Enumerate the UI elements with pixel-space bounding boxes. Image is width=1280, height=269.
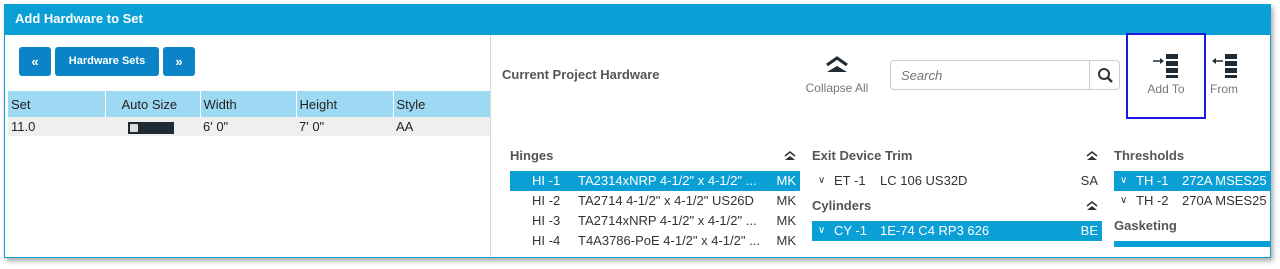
list-item[interactable] [1114, 241, 1270, 247]
collapse-all-button[interactable]: Collapse All [802, 55, 872, 95]
column-header-height[interactable]: Height [295, 91, 393, 117]
list-item[interactable]: ∨ CY -1 1E-74 C4 RP3 626 BE [812, 221, 1102, 241]
group-header-thresholds[interactable]: Thresholds [1114, 141, 1270, 171]
list-item[interactable]: HI -1 TA2314xNRP 4-1/2" x 4-1/2" ... MK [510, 171, 800, 191]
collapse-all-label: Collapse All [805, 81, 869, 95]
next-set-button[interactable]: » [163, 47, 195, 76]
double-chevron-up-icon [826, 56, 848, 72]
group-title: Cylinders [812, 198, 872, 213]
exit-device-trim-group: Exit Device Trim ∨ ET -1 LC 106 US32D SA… [812, 141, 1102, 241]
project-hardware-pane: Current Project Hardware Collapse All Se… [492, 33, 1270, 257]
list-item[interactable]: HI -2 TA2714 4-1/2" x 4-1/2" US26D MK [510, 191, 800, 211]
width-cell: 6' 0" [200, 117, 296, 136]
from-label: From [1210, 82, 1238, 96]
project-hardware-title: Current Project Hardware [502, 67, 660, 82]
search-icon [1098, 68, 1113, 83]
group-title: Gasketing [1114, 218, 1177, 233]
dialog-title: Add Hardware to Set [5, 5, 1270, 35]
collapse-group-icon[interactable] [784, 150, 796, 162]
auto-size-toggle[interactable] [128, 121, 174, 134]
auto-size-cell [105, 117, 200, 136]
column-header-style[interactable]: Style [392, 91, 490, 117]
list-item[interactable]: HI -4 T4A3786-PoE 4-1/2" x 4-1/2" ... MK [510, 231, 800, 251]
collapse-group-icon[interactable] [1086, 200, 1098, 212]
chevron-down-icon[interactable]: ∨ [1120, 191, 1127, 211]
set-cell: 11.0 [8, 117, 105, 136]
add-to-button[interactable]: Add To [1126, 33, 1206, 119]
hinges-group: Hinges HI -1 TA2314xNRP 4-1/2" x 4-1/2" … [510, 141, 800, 251]
hardware-sets-button[interactable]: Hardware Sets [55, 47, 159, 76]
remove-from-set-icon [1212, 54, 1237, 78]
sets-table: Set Auto Size Width Height Style 11.0 6'… [8, 91, 490, 136]
chevron-down-icon[interactable]: ∨ [818, 221, 825, 241]
add-hardware-dialog: Add Hardware to Set « Hardware Sets » Se… [4, 4, 1271, 258]
list-item[interactable]: ∨ ET -1 LC 106 US32D SA [812, 171, 1102, 191]
group-title: Exit Device Trim [812, 148, 913, 163]
search-input[interactable] [891, 61, 1091, 89]
search-button[interactable] [1089, 61, 1119, 89]
height-cell: 7' 0" [296, 117, 393, 136]
column-header-width[interactable]: Width [199, 91, 296, 117]
previous-set-button[interactable]: « [19, 47, 51, 76]
search-box [890, 60, 1120, 90]
table-row[interactable]: 11.0 6' 0" 7' 0" AA [8, 117, 490, 136]
column-header-set[interactable]: Set [8, 91, 105, 117]
list-item[interactable]: ∨ TH -1 272A MSES25 [1114, 171, 1270, 191]
table-header-row: Set Auto Size Width Height Style [8, 91, 490, 117]
group-header-cylinders[interactable]: Cylinders [812, 191, 1102, 221]
hardware-sets-pane: « Hardware Sets » Set Auto Size Width He… [5, 35, 491, 257]
style-cell: AA [393, 117, 490, 136]
add-to-set-icon [1153, 54, 1178, 78]
group-title: Thresholds [1114, 148, 1185, 163]
column-header-auto-size[interactable]: Auto Size [104, 91, 200, 117]
list-item[interactable]: ∨ TH -2 270A MSES25 [1114, 191, 1270, 211]
add-to-label: Add To [1147, 82, 1185, 96]
chevron-down-icon[interactable]: ∨ [1120, 171, 1127, 191]
collapse-group-icon[interactable] [1086, 150, 1098, 162]
group-header-exit-device-trim[interactable]: Exit Device Trim [812, 141, 1102, 171]
remove-from-button[interactable]: From [1204, 53, 1244, 96]
list-item[interactable]: HI -3 TA2714xNRP 4-1/2" x 4-1/2" ... MK [510, 211, 800, 231]
thresholds-group: Thresholds ∨ TH -1 272A MSES25 ∨ TH -2 2… [1114, 141, 1270, 247]
chevron-down-icon[interactable]: ∨ [818, 171, 825, 191]
group-header-hinges[interactable]: Hinges [510, 141, 800, 171]
group-header-gasketing[interactable]: Gasketing [1114, 211, 1270, 241]
group-title: Hinges [510, 148, 554, 163]
